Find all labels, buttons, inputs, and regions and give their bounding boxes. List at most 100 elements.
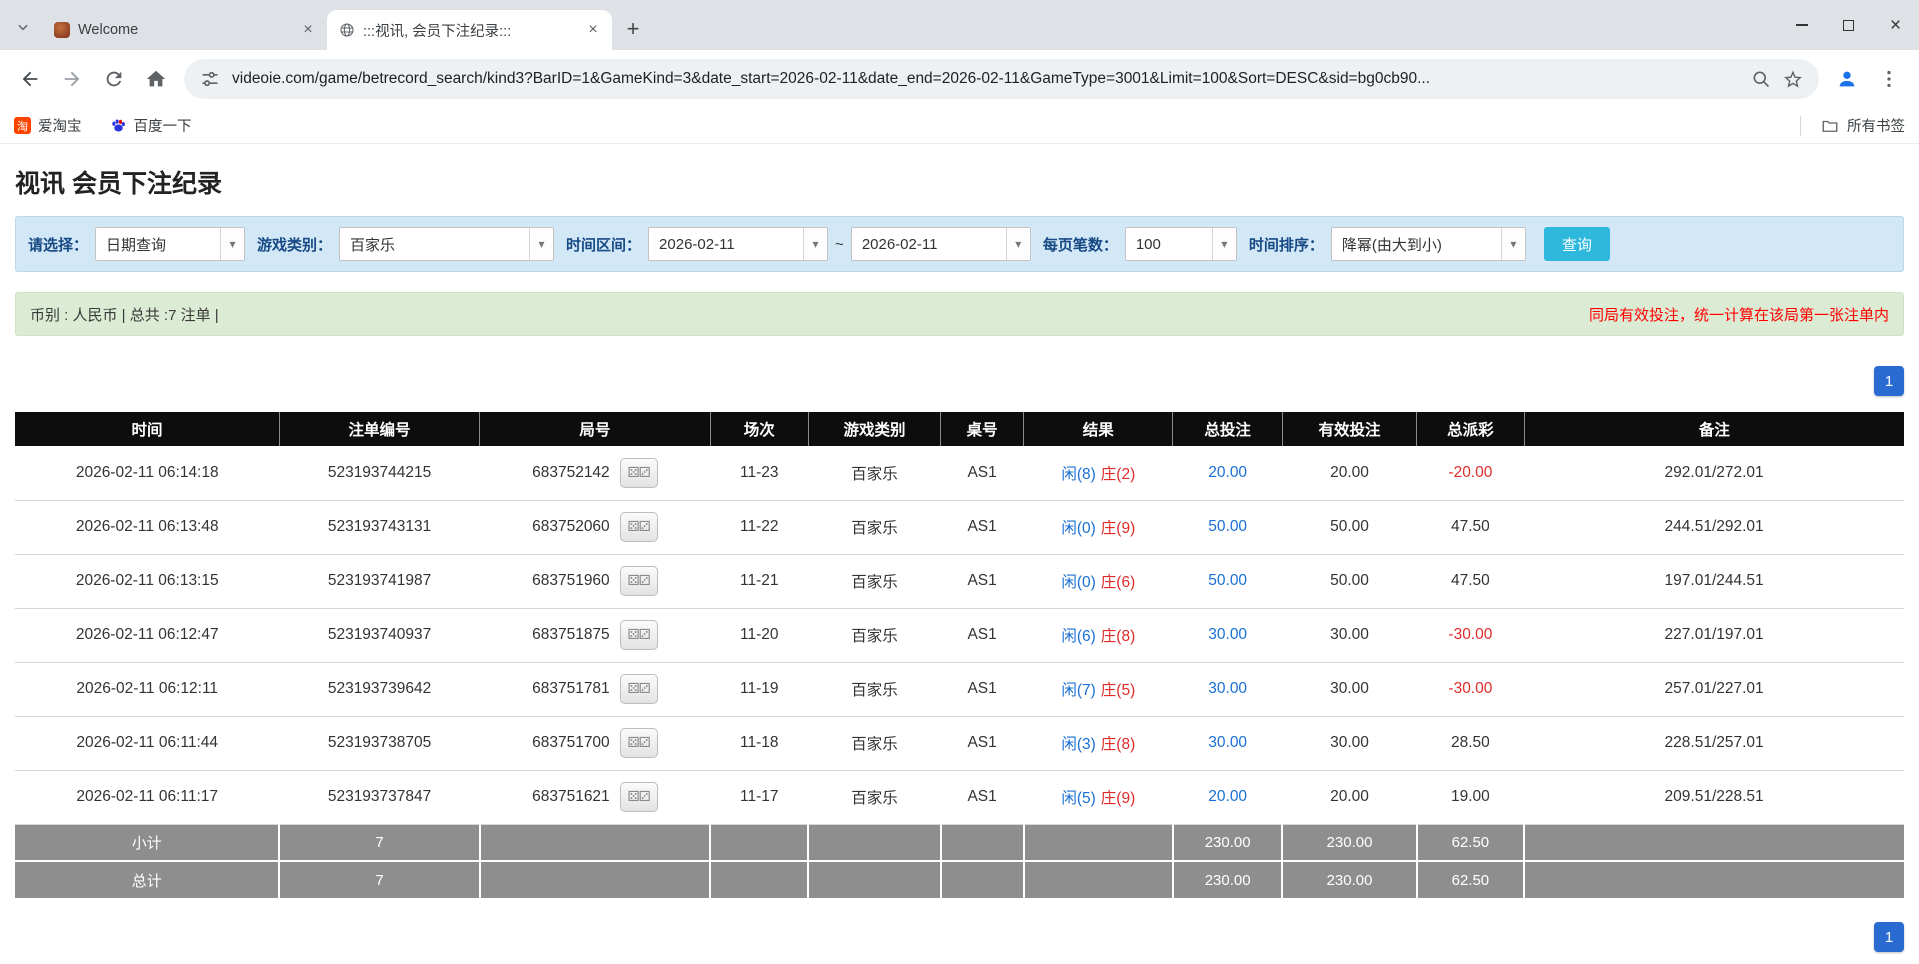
zoom-icon[interactable]	[1751, 69, 1771, 89]
tab-betrecord[interactable]: :::视讯, 会员下注纪录::: ×	[327, 10, 612, 50]
table-row: 2026-02-11 06:13:48 523193743131 6837520…	[15, 500, 1904, 555]
site-settings-icon[interactable]	[200, 69, 220, 89]
cell-bet-id: 523193744215	[279, 446, 480, 501]
empty-cell	[479, 824, 712, 862]
tab-welcome[interactable]: Welcome ×	[42, 10, 327, 50]
round-number: 683751960	[532, 572, 610, 589]
date-end-picker[interactable]: 2026-02-11 ▾	[850, 227, 1031, 261]
tab-title: :::视讯, 会员下注纪录:::	[363, 23, 512, 40]
reload-button[interactable]	[94, 59, 134, 99]
result-player: 闲(6)	[1061, 628, 1096, 645]
round-number: 683751875	[532, 626, 610, 643]
pagination-page-1[interactable]: 1	[1874, 922, 1904, 952]
bookmark-taobao[interactable]: 淘 爱淘宝	[14, 115, 82, 136]
profile-avatar[interactable]	[1827, 59, 1867, 99]
chevron-down-icon[interactable]: ▾	[1005, 228, 1030, 260]
total-label: 总计	[15, 861, 281, 898]
game-result-dice-button[interactable]: ⚄⚂	[619, 674, 658, 704]
home-button[interactable]	[136, 59, 176, 99]
cell-note: 209.51/228.51	[1524, 770, 1904, 825]
table-row: 2026-02-11 06:13:15 523193741987 6837519…	[15, 554, 1904, 609]
subtotal-total-bet: 230.00	[1172, 824, 1284, 862]
cell-total-bet: 20.00	[1172, 770, 1283, 825]
cell-total-bet: 30.00	[1172, 608, 1283, 663]
cell-table: AS1	[940, 554, 1024, 609]
per-page-select[interactable]: 100 ▾	[1124, 227, 1237, 261]
game-result-dice-button[interactable]: ⚄⚂	[619, 512, 658, 542]
back-button[interactable]	[10, 59, 50, 99]
menu-button[interactable]	[1869, 59, 1909, 99]
pagination-page-1[interactable]: 1	[1874, 366, 1904, 396]
forward-arrow-icon	[64, 71, 80, 87]
reload-icon	[106, 71, 122, 87]
col-game-kind: 游戏类别	[808, 412, 942, 446]
new-tab-button[interactable]: +	[618, 14, 648, 44]
address-bar[interactable]: videoie.com/game/betrecord_search/kind3?…	[184, 59, 1819, 99]
chevron-down-icon[interactable]: ▾	[803, 228, 828, 260]
cell-note: 292.01/272.01	[1524, 446, 1904, 501]
tab-search-button[interactable]	[8, 12, 38, 42]
search-button[interactable]: 查询	[1543, 227, 1610, 261]
warning-note: 同局有效投注，统一计算在该局第一张注单内	[1588, 306, 1889, 324]
kebab-menu-icon	[1887, 70, 1891, 88]
maximize-button[interactable]	[1825, 0, 1872, 50]
chevron-down-icon[interactable]: ▾	[220, 228, 245, 260]
query-type-label: 请选择：	[28, 236, 89, 254]
cell-game-kind: 百家乐	[808, 716, 941, 771]
cell-note: 228.51/257.01	[1524, 716, 1904, 771]
result-banker: 庄(8)	[1100, 628, 1136, 645]
per-page-label: 每页笔数：	[1042, 236, 1118, 254]
col-time: 时间	[15, 412, 280, 446]
tab-close-icon[interactable]: ×	[299, 21, 317, 39]
game-kind-select[interactable]: 百家乐 ▾	[339, 227, 555, 261]
sort-select[interactable]: 降幂(由大到小) ▾	[1330, 227, 1526, 261]
folder-icon	[1822, 120, 1838, 132]
chevron-down-icon[interactable]: ▾	[1211, 228, 1236, 260]
bookmark-star-icon[interactable]	[1783, 69, 1803, 89]
chevron-down-icon[interactable]: ▾	[1500, 228, 1525, 260]
cell-valid-bet: 30.00	[1282, 716, 1417, 771]
game-result-dice-button[interactable]: ⚄⚂	[619, 566, 658, 596]
cell-payout: -30.00	[1416, 608, 1525, 663]
close-window-button[interactable]: ×	[1872, 0, 1919, 50]
cell-note: 197.01/244.51	[1524, 554, 1904, 609]
bookmark-label: 爱淘宝	[38, 119, 82, 135]
subtotal-label: 小计	[15, 824, 281, 862]
col-bet-id: 注单编号	[279, 412, 481, 446]
home-icon	[146, 70, 166, 87]
game-result-dice-button[interactable]: ⚄⚂	[619, 728, 658, 758]
cell-round: 683751621 ⚄⚂	[479, 770, 711, 825]
date-start-picker[interactable]: 2026-02-11 ▾	[648, 227, 829, 261]
cell-total-bet: 20.00	[1172, 446, 1283, 501]
bookmark-baidu[interactable]: 百度一下	[110, 115, 192, 136]
game-result-dice-button[interactable]: ⚄⚂	[619, 782, 658, 812]
result-player: 闲(0)	[1061, 520, 1096, 537]
minimize-button[interactable]	[1778, 0, 1825, 50]
col-round: 局号	[479, 412, 711, 446]
cell-table: AS1	[940, 446, 1024, 501]
query-type-select[interactable]: 日期查询 ▾	[95, 227, 246, 261]
forward-button[interactable]	[52, 59, 92, 99]
tab-title: Welcome	[78, 22, 139, 38]
cell-table: AS1	[940, 500, 1024, 555]
game-result-dice-button[interactable]: ⚄⚂	[619, 620, 658, 650]
cell-table: AS1	[940, 662, 1024, 717]
all-bookmarks-button[interactable]: 所有书签	[1800, 115, 1905, 136]
cell-bet-id: 523193741987	[279, 554, 480, 609]
cell-session: 11-18	[710, 716, 809, 771]
cell-total-bet: 30.00	[1172, 716, 1283, 771]
col-total-bet: 总投注	[1172, 412, 1283, 446]
cell-result: 闲(0) 庄(6)	[1023, 554, 1173, 609]
tab-close-icon[interactable]: ×	[584, 21, 602, 39]
tab-strip: Welcome × :::视讯, 会员下注纪录::: × + ×	[0, 0, 1919, 50]
minimize-icon	[1795, 24, 1808, 26]
cell-table: AS1	[940, 608, 1024, 663]
chevron-down-icon[interactable]: ▾	[529, 228, 554, 260]
table-body: 2026-02-11 06:14:18 523193744215 6837521…	[15, 446, 1904, 825]
game-result-dice-button[interactable]: ⚄⚂	[619, 457, 658, 488]
back-arrow-icon	[22, 71, 38, 87]
divider	[1800, 115, 1801, 136]
table-row: 2026-02-11 06:12:11 523193739642 6837517…	[15, 662, 1904, 717]
col-note: 备注	[1524, 412, 1904, 446]
dice-icon: ⚄⚂	[627, 464, 651, 481]
